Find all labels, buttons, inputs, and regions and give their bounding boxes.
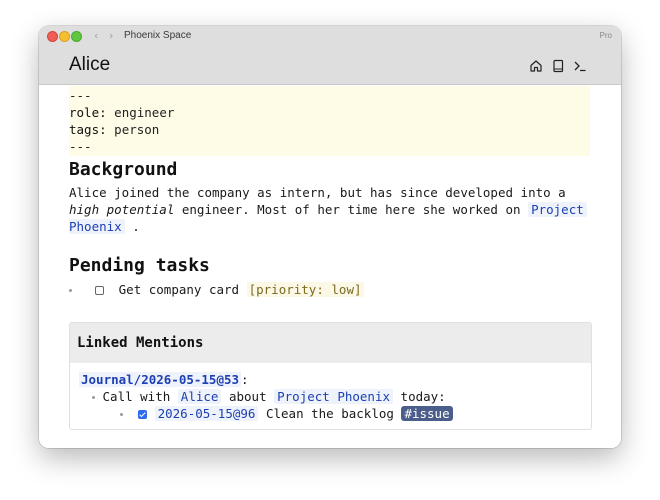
subtask-text: Clean the backlog xyxy=(265,406,394,421)
linked-mentions-title: Linked Mentions xyxy=(77,335,204,351)
terminal-icon[interactable] xyxy=(573,59,587,73)
mention-text: today: xyxy=(393,389,446,404)
close-window-button[interactable] xyxy=(47,31,58,42)
window-title: Phoenix Space xyxy=(124,30,192,41)
role-key: role: xyxy=(69,105,107,120)
background-line-1: Alice joined the company as intern, but … xyxy=(69,185,566,200)
book-icon[interactable] xyxy=(551,59,565,73)
mention-subtask: 2026-05-15@96 Clean the backlog #issue xyxy=(120,406,453,421)
background-text: engineer. Most of her time here she work… xyxy=(174,202,529,217)
mention-text: Call with xyxy=(102,389,178,404)
page-title: Alice xyxy=(69,54,111,75)
project-phoenix-link[interactable]: Project xyxy=(528,202,587,217)
minimize-window-button[interactable] xyxy=(59,31,70,42)
mention-line: Call with Alice about Project Phoenix to… xyxy=(92,389,446,404)
issue-tag[interactable]: #issue xyxy=(401,406,453,421)
date-link[interactable]: 2026-05-15@96 xyxy=(154,406,259,421)
home-icon[interactable] xyxy=(529,59,543,73)
background-line-2: high potential engineer. Most of her tim… xyxy=(69,202,587,217)
priority-key: priority: xyxy=(256,282,324,297)
attr-close: ] xyxy=(353,282,362,297)
pro-badge: Pro xyxy=(599,31,612,40)
journal-link[interactable]: Journal/2026-05-15@53 xyxy=(79,372,242,387)
attr-open: [ xyxy=(248,282,257,297)
project-phoenix-link[interactable]: Project Phoenix xyxy=(274,389,394,404)
page-content: --- role: engineer tags: person --- Back… xyxy=(39,85,621,448)
task-checkbox[interactable] xyxy=(94,286,104,295)
frontmatter-tags: tags: person xyxy=(69,122,159,137)
mention-source: Journal/2026-05-15@53: xyxy=(79,372,249,387)
linked-mentions-panel: Linked Mentions Journal/2026-05-15@53: C… xyxy=(69,322,592,430)
priority-value: low xyxy=(331,282,354,297)
linked-mentions-header: Linked Mentions xyxy=(70,323,591,363)
back-arrow-icon[interactable]: ‹ xyxy=(94,29,98,42)
tags-key: tags: xyxy=(69,122,107,137)
task-checkbox-checked[interactable] xyxy=(138,410,148,419)
project-phoenix-link-cont[interactable]: Phoenix xyxy=(69,219,125,234)
title-bar: ‹ › Phoenix Space Pro xyxy=(39,26,621,46)
background-line-3: Phoenix . xyxy=(69,219,140,234)
bullet-icon xyxy=(120,413,123,416)
emphasis-text: high potential xyxy=(69,202,175,217)
bullet-icon xyxy=(69,289,72,292)
zoom-window-button[interactable] xyxy=(71,31,82,42)
role-value: engineer xyxy=(114,105,175,120)
alice-link[interactable]: Alice xyxy=(177,389,222,404)
frontmatter-delimiter: --- xyxy=(69,88,92,103)
task-item: Get company card [priority: low] xyxy=(69,282,364,297)
frontmatter-role: role: engineer xyxy=(69,105,174,120)
sentence-end: . xyxy=(132,219,140,234)
pending-tasks-heading: Pending tasks xyxy=(69,255,210,276)
bullet-icon xyxy=(92,396,95,399)
forward-arrow-icon[interactable]: › xyxy=(109,29,113,42)
source-suffix: : xyxy=(241,372,249,387)
mention-text: about xyxy=(221,389,275,404)
frontmatter-block[interactable]: --- role: engineer tags: person --- xyxy=(69,86,590,156)
background-heading: Background xyxy=(69,159,178,180)
task-text: Get company card xyxy=(118,282,240,297)
priority-attribute: [priority: low] xyxy=(246,282,364,297)
frontmatter-delimiter: --- xyxy=(69,139,92,154)
page-header: Alice xyxy=(39,46,621,85)
app-window: ‹ › Phoenix Space Pro Alice --- role: en… xyxy=(39,26,621,448)
tags-value: person xyxy=(114,122,160,137)
